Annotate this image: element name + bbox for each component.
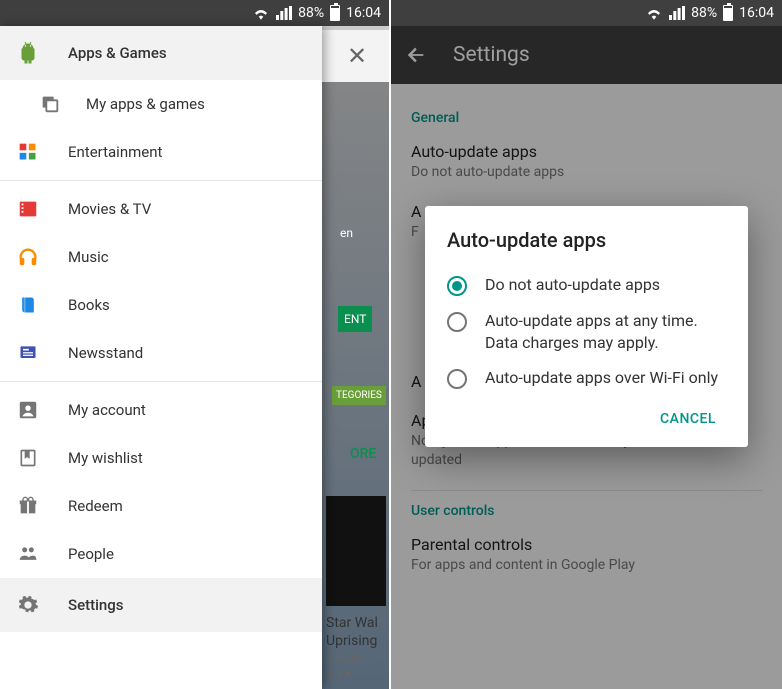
drawer-label: Books <box>68 296 306 314</box>
drawer-label: My wishlist <box>68 449 306 467</box>
book-icon <box>16 293 40 317</box>
auto-update-dialog: Auto-update apps Do not auto-update apps… <box>425 206 748 447</box>
battery-pct: 88% <box>298 5 324 21</box>
news-icon <box>16 341 40 365</box>
tiles-icon <box>16 140 40 164</box>
drawer-item-redeem[interactable]: Redeem <box>0 482 322 530</box>
nav-drawer: Apps & Games My apps & games Entertainme… <box>0 26 322 689</box>
bg-badge: ENT <box>338 306 372 332</box>
drawer-item-people[interactable]: People <box>0 530 322 578</box>
signal-icon <box>669 6 685 20</box>
left-screenshot: 88% 16:04 ✕ en ENT TEGORIES ORE Star Wal… <box>0 0 391 689</box>
drawer-item-music[interactable]: Music <box>0 233 322 281</box>
drawer-item-my-account[interactable]: My account <box>0 386 322 434</box>
bg-more: ORE <box>350 446 376 462</box>
right-screenshot: 88% 16:04 Settings General Auto-update a… <box>391 0 782 689</box>
bg-categories: TEGORIES <box>332 386 386 405</box>
drawer-item-books[interactable]: Books <box>0 281 322 329</box>
radio-option-0[interactable]: Do not auto-update apps <box>447 274 726 296</box>
drawer-label: Settings <box>68 596 306 614</box>
clock: 16:04 <box>739 5 774 21</box>
drawer-label: Entertainment <box>68 143 306 161</box>
headphones-icon <box>16 245 40 269</box>
radio-option-2[interactable]: Auto-update apps over Wi-Fi only <box>447 367 726 389</box>
drawer-label: My apps & games <box>86 95 306 113</box>
film-icon <box>16 197 40 221</box>
account-icon <box>16 398 40 422</box>
bg-fragment: en <box>340 226 353 240</box>
drawer-label: My account <box>68 401 306 419</box>
cancel-button[interactable]: CANCEL <box>650 403 726 435</box>
close-icon[interactable]: ✕ <box>339 38 375 74</box>
people-icon <box>16 542 40 566</box>
drawer-item-my-apps[interactable]: My apps & games <box>0 80 322 128</box>
drawer-item-movies[interactable]: Movies & TV <box>0 185 322 233</box>
clock: 16:04 <box>346 5 381 21</box>
wifi-icon <box>252 6 270 20</box>
wifi-icon <box>645 6 663 20</box>
drawer-label: Newsstand <box>68 344 306 362</box>
dialog-title: Auto-update apps <box>447 228 726 252</box>
drawer-label: Apps & Games <box>68 44 306 62</box>
bg-app-card <box>326 496 386 606</box>
battery-icon <box>330 5 340 21</box>
statusbar: 88% 16:04 <box>0 0 389 26</box>
bg-app-meta: Star Wal Uprising Kabam 4.2★ <box>326 614 378 682</box>
drawer-item-apps-games[interactable]: Apps & Games <box>0 26 322 80</box>
drawer-label: People <box>68 545 306 563</box>
battery-pct: 88% <box>691 5 717 21</box>
divider <box>0 381 322 382</box>
signal-icon <box>276 6 292 20</box>
stack-icon <box>38 92 62 116</box>
radio-unselected-icon <box>447 369 467 389</box>
drawer-item-entertainment[interactable]: Entertainment <box>0 128 322 176</box>
radio-selected-icon <box>447 276 467 296</box>
radio-unselected-icon <box>447 312 467 332</box>
gift-icon <box>16 494 40 518</box>
gear-icon <box>16 593 40 617</box>
statusbar: 88% 16:04 <box>391 0 782 26</box>
divider <box>0 180 322 181</box>
drawer-label: Redeem <box>68 497 306 515</box>
radio-option-1[interactable]: Auto-update apps at any time. Data charg… <box>447 310 726 353</box>
drawer-item-settings[interactable]: Settings <box>0 578 322 632</box>
battery-icon <box>723 5 733 21</box>
bookmark-icon <box>16 446 40 470</box>
drawer-label: Music <box>68 248 306 266</box>
android-icon <box>16 41 40 65</box>
drawer-item-newsstand[interactable]: Newsstand <box>0 329 322 377</box>
drawer-item-wishlist[interactable]: My wishlist <box>0 434 322 482</box>
drawer-label: Movies & TV <box>68 200 306 218</box>
